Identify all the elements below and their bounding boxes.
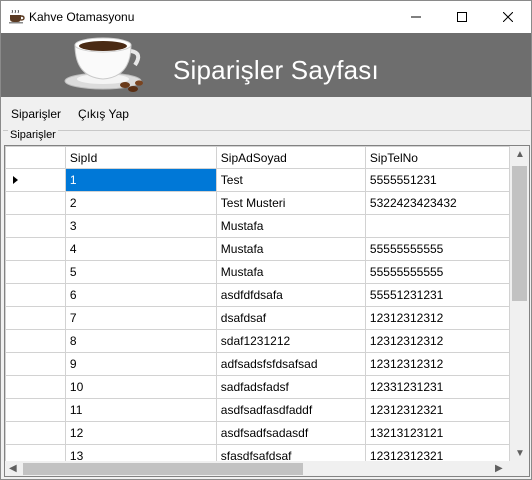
table-cell-sipadsoyad[interactable]: sdaf1231212: [215, 329, 366, 353]
table-cell-sipadsoyad[interactable]: Mustafa: [215, 260, 366, 284]
table-cell-sipid[interactable]: 1: [64, 168, 217, 192]
row-header[interactable]: [5, 329, 66, 353]
table-cell-sipadsoyad[interactable]: asdfdfdsafa: [215, 283, 366, 307]
row-header[interactable]: [5, 214, 66, 238]
maximize-icon: [457, 12, 467, 22]
table-row[interactable]: 7 dsafdsaf 12312312312: [5, 306, 510, 330]
orders-grid[interactable]: SipId SipAdSoyad SipTelNo 1 Test 555555123…: [4, 145, 530, 477]
scroll-down-icon[interactable]: ▼: [515, 448, 525, 459]
window-title: Kahve Otamasyonu: [29, 10, 135, 24]
row-header[interactable]: [5, 168, 66, 192]
table-row[interactable]: 12 asdfsadfsadasdf 13213123121: [5, 421, 510, 445]
table-cell-siptelno[interactable]: 55555555555: [364, 237, 510, 261]
table-cell-sipid[interactable]: 9: [64, 352, 217, 376]
row-header[interactable]: [5, 260, 66, 284]
table-cell-siptelno[interactable]: 12331231231: [364, 375, 510, 399]
scrollbar-corner: [510, 461, 529, 476]
table-cell-sipid[interactable]: 2: [64, 191, 217, 215]
row-header[interactable]: [5, 375, 66, 399]
app-window: Kahve Otamasyonu Siparişler Sayfası Sipa…: [0, 0, 532, 480]
coffee-cup-beans-icon: [64, 37, 143, 92]
table-cell-siptelno[interactable]: 12312312312: [364, 306, 510, 330]
page-header: Siparişler Sayfası: [1, 33, 531, 97]
table-row[interactable]: 1 Test 5555551231: [5, 168, 510, 192]
row-header[interactable]: [5, 421, 66, 445]
header-corner: [5, 146, 66, 169]
minimize-button[interactable]: [393, 1, 439, 33]
table-row[interactable]: 3 Mustafa: [5, 214, 510, 238]
grid-viewport: SipId SipAdSoyad SipTelNo 1 Test 555555123…: [5, 146, 510, 463]
table-cell-sipadsoyad[interactable]: adfsadsfsfdsafsad: [215, 352, 366, 376]
scroll-right-icon[interactable]: ▶: [495, 463, 503, 474]
table-cell-siptelno[interactable]: 13213123121: [364, 421, 510, 445]
table-cell-siptelno[interactable]: 5555551231: [364, 168, 510, 192]
table-cell-sipadsoyad[interactable]: Mustafa: [215, 237, 366, 261]
table-cell-sipid[interactable]: 4: [64, 237, 217, 261]
table-cell-siptelno[interactable]: [364, 214, 510, 238]
table-cell-siptelno[interactable]: 5322423423432: [364, 191, 510, 215]
table-cell-sipid[interactable]: 11: [64, 398, 217, 422]
table-cell-sipadsoyad[interactable]: asdfsadfasdfaddf: [215, 398, 366, 422]
table-cell-siptelno[interactable]: 12312312312: [364, 329, 510, 353]
table-cell-siptelno[interactable]: 55551231231: [364, 283, 510, 307]
table-cell-sipid[interactable]: 12: [64, 421, 217, 445]
table-row[interactable]: 2 Test Musteri 5322423423432: [5, 191, 510, 215]
orders-table: SipId SipAdSoyad SipTelNo 1 Test 555555123…: [5, 146, 510, 463]
table-cell-siptelno[interactable]: 12312312321: [364, 398, 510, 422]
scroll-left-icon[interactable]: ◀: [9, 463, 17, 474]
table-cell-siptelno[interactable]: 12312312312: [364, 352, 510, 376]
table-cell-sipadsoyad[interactable]: dsafdsaf: [215, 306, 366, 330]
row-header[interactable]: [5, 191, 66, 215]
current-row-arrow-icon: [13, 176, 18, 184]
menu-cikis-yap[interactable]: Çıkış Yap: [78, 107, 129, 121]
table-cell-siptelno[interactable]: 55555555555: [364, 260, 510, 284]
close-button[interactable]: [485, 1, 531, 33]
column-header-sipadsoyad[interactable]: SipAdSoyad: [215, 146, 366, 169]
row-header[interactable]: [5, 398, 66, 422]
scroll-up-icon[interactable]: ▲: [515, 149, 525, 160]
close-icon: [503, 12, 513, 22]
table-cell-sipid[interactable]: 6: [64, 283, 217, 307]
table-cell-sipadsoyad[interactable]: Mustafa: [215, 214, 366, 238]
horizontal-scroll-thumb[interactable]: [23, 463, 303, 475]
header-row: SipId SipAdSoyad SipTelNo: [5, 146, 510, 169]
table-cell-sipadsoyad[interactable]: asdfsadfsadasdf: [215, 421, 366, 445]
table-cell-sipid[interactable]: 8: [64, 329, 217, 353]
groupbox-label: Siparişler: [8, 129, 58, 141]
vertical-scrollbar[interactable]: ▲ ▼: [510, 146, 529, 463]
coffee-cup-icon: [9, 10, 25, 24]
table-row[interactable]: 8 sdaf1231212 12312312312: [5, 329, 510, 353]
title-bar[interactable]: Kahve Otamasyonu: [1, 1, 531, 33]
table-cell-sipid[interactable]: 3: [64, 214, 217, 238]
row-header[interactable]: [5, 283, 66, 307]
column-header-siptelno[interactable]: SipTelNo: [364, 146, 510, 169]
table-row[interactable]: 5 Mustafa 55555555555: [5, 260, 510, 284]
table-row[interactable]: 6 asdfdfdsafa 55551231231: [5, 283, 510, 307]
menu-siparisler[interactable]: Siparişler: [11, 107, 61, 121]
table-row[interactable]: 11 asdfsadfasdfaddf 12312312321: [5, 398, 510, 422]
row-header[interactable]: [5, 306, 66, 330]
table-cell-sipadsoyad[interactable]: sadfadsfadsf: [215, 375, 366, 399]
maximize-button[interactable]: [439, 1, 485, 33]
table-cell-sipid[interactable]: 7: [64, 306, 217, 330]
table-cell-sipid[interactable]: 10: [64, 375, 217, 399]
minimize-icon: [411, 16, 421, 18]
page-title: Siparişler Sayfası: [173, 55, 379, 85]
horizontal-scrollbar[interactable]: ◀ ▶: [5, 461, 510, 476]
vertical-scroll-thumb[interactable]: [512, 166, 527, 301]
table-row[interactable]: 9 adfsadsfsfdsafsad 12312312312: [5, 352, 510, 376]
table-row[interactable]: 10 sadfadsfadsf 12331231231: [5, 375, 510, 399]
table-row[interactable]: 4 Mustafa 55555555555: [5, 237, 510, 261]
table-cell-sipadsoyad[interactable]: Test: [215, 168, 366, 192]
column-header-sipid[interactable]: SipId: [64, 146, 217, 169]
row-header[interactable]: [5, 352, 66, 376]
table-cell-sipid[interactable]: 5: [64, 260, 217, 284]
table-cell-sipadsoyad[interactable]: Test Musteri: [215, 191, 366, 215]
row-header[interactable]: [5, 237, 66, 261]
